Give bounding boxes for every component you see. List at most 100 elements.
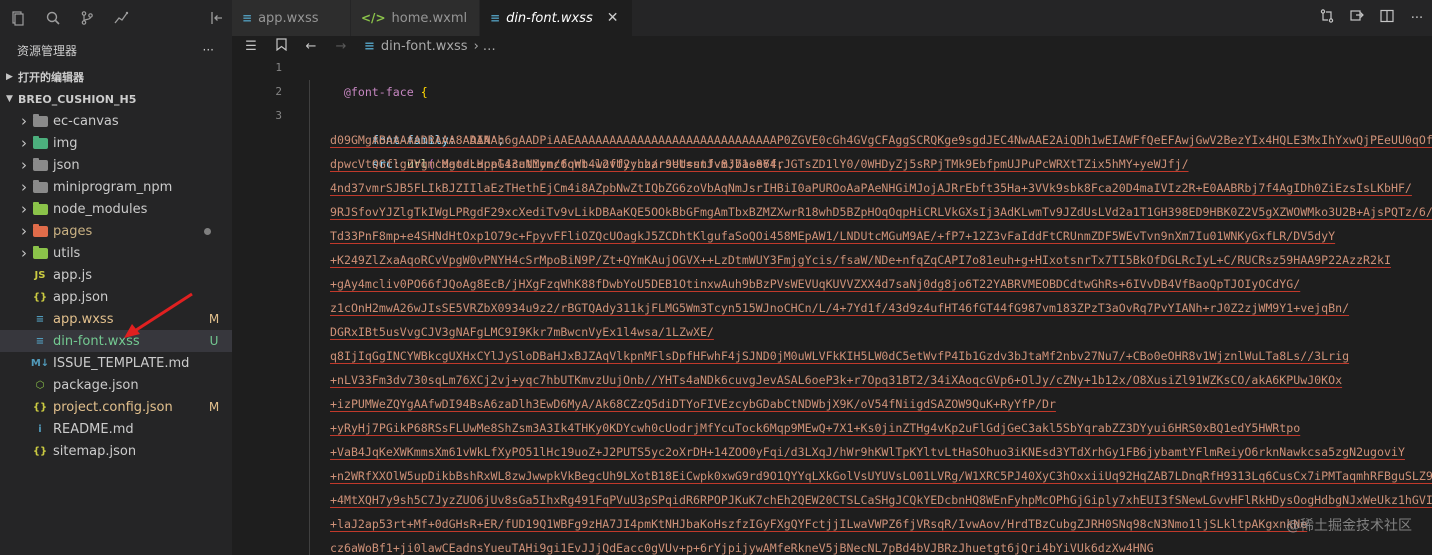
tree-file[interactable]: ⬡ package.json — [0, 374, 232, 396]
editor-tab[interactable]: ≡ app.wxss — [232, 0, 351, 36]
tree-folder[interactable]: › json — [0, 154, 232, 176]
tree-item-label: din-font.wxss — [53, 333, 140, 349]
folder-icon — [32, 135, 48, 150]
line-number: 3 — [275, 109, 282, 122]
indent-guide — [309, 464, 310, 488]
tree-item-label: app.js — [53, 267, 92, 283]
indent-guide — [309, 416, 310, 440]
tree-item-label: README.md — [53, 421, 134, 437]
base64-string: +K249ZlZxaAqoRCvVpgW0vPNYH4cSrMpoBiN9P/Z… — [330, 253, 1391, 267]
base64-string: 9RJSfovYJZlgTkIWgLPRgdF29xcXediTv9vLikDB… — [330, 205, 1432, 219]
code-line: +n2WRfXXOlW5upDikbBshRxWL8zwJwwpkVkBegcU… — [302, 464, 1432, 488]
indent-guide — [309, 320, 310, 344]
code-editor[interactable]: 1 2 3 @font-face { font-family: 'DIN'; s… — [232, 56, 1432, 555]
file-type-icon: M↓ — [30, 357, 50, 369]
chevron-right-icon: › — [21, 200, 27, 218]
file-type-icon: </> — [361, 11, 386, 25]
code-line: src: url('data:application/font-woff2;ch… — [302, 104, 1432, 171]
tree-file[interactable]: {} sitemap.json — [0, 440, 232, 462]
base64-string: +laJ2ap53rt+Mf+0dGHsR+ER/fUD19Q1WBFg9zHA… — [330, 517, 1308, 531]
code-line: Td33PnF8mp+e4SHNdHtOxp1O79c+FpyvFFliOZQc… — [302, 224, 1432, 248]
code-line: +nLV33Fm3dv730sqLm76XCj2vj+yqc7hbUTKmvzU… — [302, 368, 1432, 392]
indent-guide — [309, 536, 310, 555]
tree-folder[interactable]: › miniprogram_npm — [0, 176, 232, 198]
base64-string: +VaB4JqKeXWKmmsXm61vWkLfXyPO51lHc19uoZ+J… — [330, 445, 1405, 459]
tab-bar: ≡ app.wxss </> home.wxml ≡ din-font.wxss ✕ ··· — [232, 0, 1432, 36]
project-section[interactable]: ▼ BREO_CUSHION_H5 — [0, 88, 232, 110]
base64-string: +izPUMWeZQYgAAfwDI94BsA6zaDlh3EwD6MyA/Ak… — [330, 397, 1056, 411]
file-type-icon: {} — [32, 401, 48, 413]
folder-shape — [32, 179, 48, 193]
close-icon[interactable]: ✕ — [607, 10, 619, 26]
folder-shape — [32, 157, 48, 171]
indent-guide — [309, 80, 310, 104]
back-arrow-icon[interactable]: ← — [304, 39, 318, 54]
indent-guide — [309, 104, 310, 128]
watermark: @稀土掘金技术社区 — [1286, 518, 1412, 534]
code-line: +izPUMWeZQYgAAfwDI94BsA6zaDlh3EwD6MyA/Ak… — [302, 392, 1432, 416]
bookmark-icon[interactable] — [274, 37, 288, 55]
indent-guide — [309, 152, 310, 176]
open-editors-section[interactable]: ▶ 打开的编辑器 — [0, 66, 232, 88]
tree-file[interactable]: JS app.js — [0, 264, 232, 286]
editor-tab[interactable]: ≡ din-font.wxss ✕ — [480, 0, 633, 36]
base64-string: dpwcVtQGflgZVgmcMgodLHcaG43uNMymc6qWb4l2… — [330, 157, 1189, 171]
chevron-right-icon: › — [21, 244, 27, 262]
tree-folder[interactable]: › ec-canvas — [0, 110, 232, 132]
source-control-icon[interactable] — [70, 0, 104, 36]
compare-icon[interactable] — [1312, 8, 1342, 28]
project-name: BREO_CUSHION_H5 — [18, 92, 137, 106]
file-type-icon: ≡ — [35, 313, 45, 325]
folder-icon — [32, 245, 48, 260]
line-number: 1 — [275, 61, 282, 74]
split-editor-icon[interactable] — [1372, 8, 1402, 28]
tree-file[interactable]: {} project.config.json M — [0, 396, 232, 418]
editor-actions: ··· — [1312, 0, 1432, 36]
tree-folder[interactable]: › pages — [0, 220, 232, 242]
indent-guide — [309, 248, 310, 272]
base64-string: q8IjIqGgINCYWBkcgUXHxCYlJySloDBaHJxBJZAq… — [330, 349, 1350, 363]
editor-tab[interactable]: </> home.wxml — [351, 0, 480, 36]
explorer-title: 资源管理器 — [17, 43, 78, 58]
base64-string: +gAy4mcliv0PO66fJQoAg8EcB/jHXgFzqWhK88fD… — [330, 277, 1301, 291]
tree-file[interactable]: i README.md — [0, 418, 232, 440]
more-actions-icon[interactable]: ··· — [203, 43, 214, 57]
tree-item-label: img — [53, 135, 78, 151]
folder-icon — [32, 201, 48, 216]
folder-icon — [32, 223, 48, 238]
modified-dot — [204, 227, 211, 235]
search-icon[interactable] — [36, 0, 70, 36]
open-changes-icon[interactable] — [1342, 8, 1372, 28]
extensions-icon[interactable] — [104, 0, 138, 36]
file-tree: › ec-canvas › img › json › miniprogram_npm › node… — [0, 110, 232, 462]
tree-item-label: miniprogram_npm — [53, 179, 173, 195]
tab-label: din-font.wxss — [506, 10, 593, 26]
breadcrumb-more[interactable]: … — [483, 39, 496, 54]
explorer-header: 资源管理器 ··· — [0, 36, 232, 64]
code-line: +yRyHj7PGikP68RSsFLUwMe8ShZsm3A3Ik4THKy0… — [302, 416, 1432, 440]
indent-guide — [309, 368, 310, 392]
forward-arrow-icon[interactable]: → — [334, 39, 348, 54]
tree-file[interactable]: ≡ din-font.wxss U — [0, 330, 232, 352]
git-status-badge: U — [209, 334, 219, 348]
outline-list-icon[interactable]: ☰ — [244, 39, 258, 54]
tree-item-label: app.json — [53, 289, 109, 305]
base64-string: d09GMgABAAAAADRAAA8AAAAAh6gAADPiAAEAAAAA… — [330, 133, 1432, 147]
indent-guide — [309, 440, 310, 464]
tree-item-label: package.json — [53, 377, 139, 393]
code-line: cz6aWoBf1+ji0lawCEadnsYueuTAHi9gi1EvJJjQ… — [302, 536, 1432, 555]
tree-file[interactable]: ≡ app.wxss M — [0, 308, 232, 330]
tree-file[interactable]: {} app.json — [0, 286, 232, 308]
collapse-sidebar-icon[interactable] — [202, 0, 232, 36]
breadcrumb-file[interactable]: ≡ din-font.wxss — [364, 39, 468, 54]
files-icon[interactable] — [0, 0, 36, 36]
more-actions-icon[interactable]: ··· — [1402, 11, 1432, 26]
tree-folder[interactable]: › node_modules — [0, 198, 232, 220]
tree-file[interactable]: M↓ ISSUE_TEMPLATE.md — [0, 352, 232, 374]
folder-shape — [32, 245, 48, 259]
tree-folder[interactable]: › img — [0, 132, 232, 154]
file-type-icon: {} — [32, 291, 48, 303]
tree-folder[interactable]: › utils — [0, 242, 232, 264]
indent-guide — [309, 392, 310, 416]
file-type-icon: ⬡ — [35, 379, 45, 391]
